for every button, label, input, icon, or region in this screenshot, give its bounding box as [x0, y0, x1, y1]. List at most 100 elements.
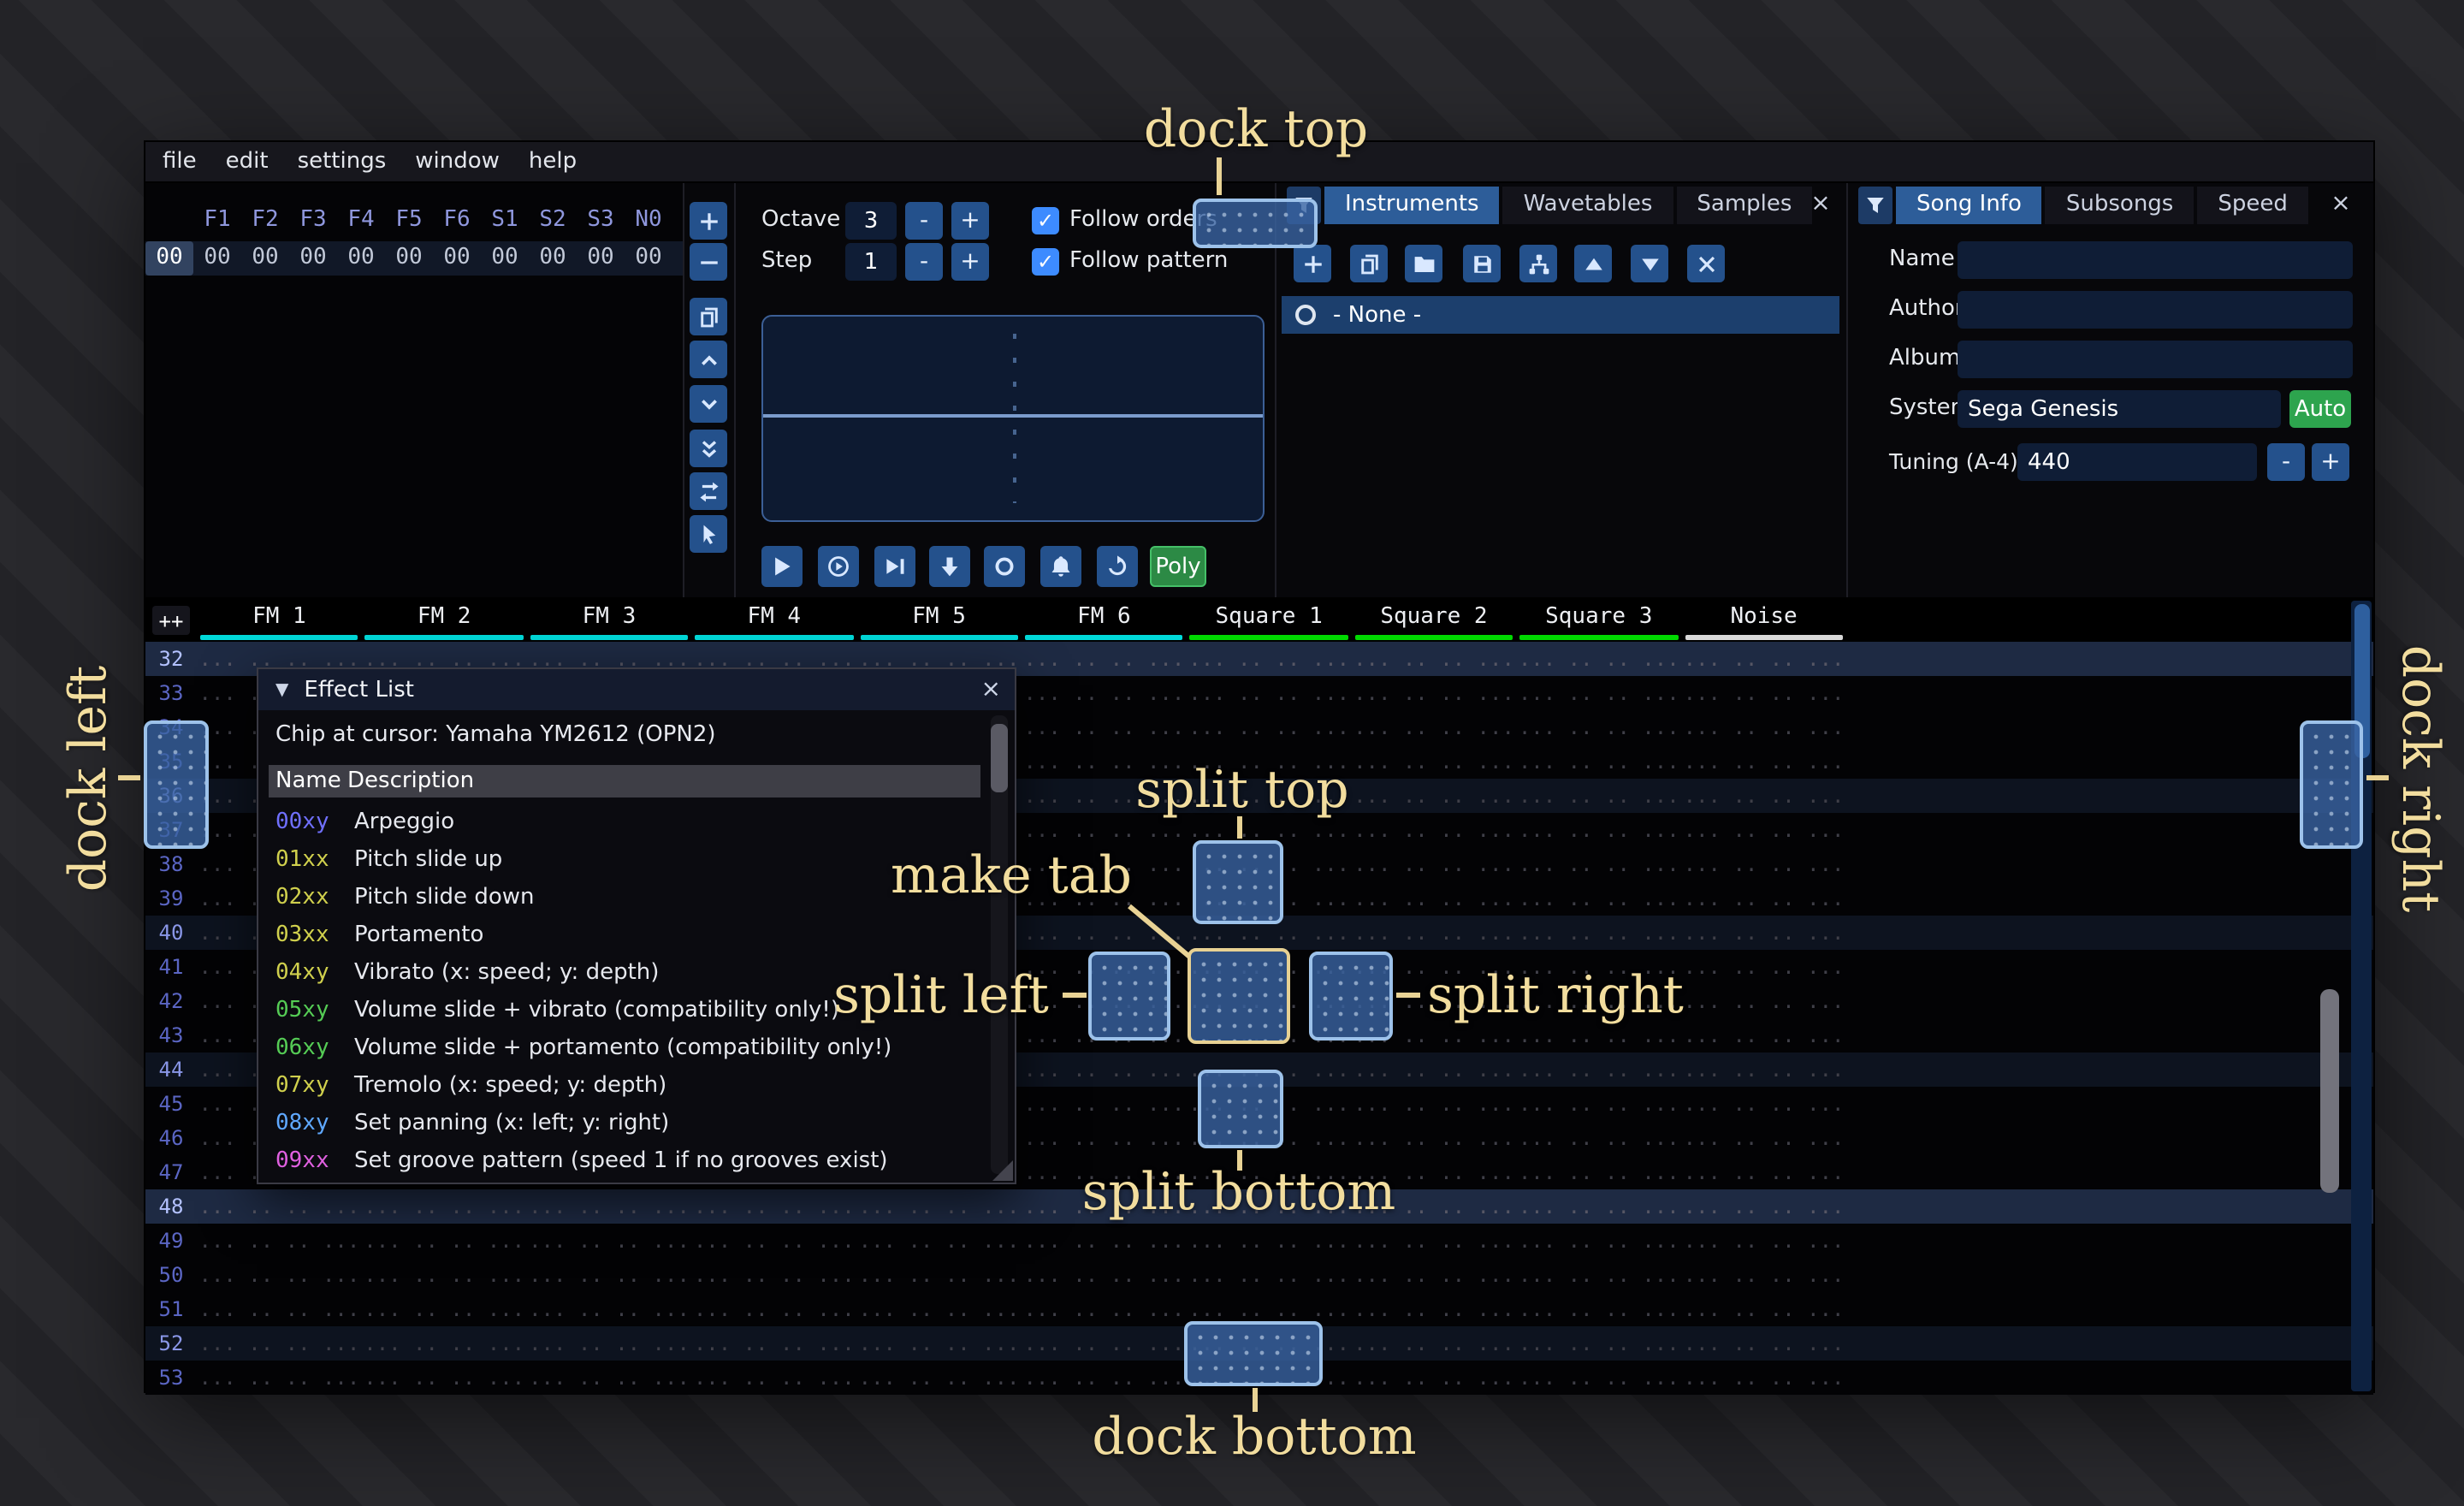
pattern-cell[interactable]: ... .. .. ...: [1516, 1292, 1681, 1326]
pattern-cell[interactable]: ... .. .. ...: [362, 1326, 527, 1361]
pattern-cell[interactable]: ... .. .. ...: [1516, 1087, 1681, 1121]
effect-row[interactable]: 08xySet panning (x: left; y: right): [269, 1104, 980, 1141]
tab-samples[interactable]: Samples: [1676, 187, 1812, 224]
pattern-cell[interactable]: ... .. .. ...: [362, 1292, 527, 1326]
order-add-button[interactable]: [690, 202, 727, 240]
pattern-cell[interactable]: ... .. .. ...: [527, 1361, 692, 1395]
name-field[interactable]: [1958, 241, 2353, 279]
pattern-cell[interactable]: ... .. .. ...: [1681, 1258, 1846, 1292]
tab-subsongs[interactable]: Subsongs: [2046, 187, 2194, 224]
effect-row[interactable]: 06xyVolume slide + portamento (compatibi…: [269, 1029, 980, 1066]
pattern-cell[interactable]: ... .. .. ...: [1681, 813, 1846, 847]
pattern-cell[interactable]: ... .. .. ...: [1022, 1326, 1187, 1361]
menu-edit[interactable]: edit: [226, 149, 269, 175]
pattern-cell[interactable]: ... .. .. ...: [1022, 1224, 1187, 1258]
pattern-cell[interactable]: ... .. .. ...: [1187, 676, 1352, 710]
tuning-decrease-button[interactable]: -: [2267, 443, 2305, 481]
menu-settings[interactable]: settings: [298, 149, 387, 175]
instrument-organize-button[interactable]: [1519, 245, 1557, 282]
orders-selected-row[interactable]: 0000000000000000000000: [145, 241, 683, 276]
effect-list-scrollbar-thumb[interactable]: [991, 724, 1008, 792]
pattern-cell[interactable]: ... .. .. ...: [1352, 881, 1517, 916]
order-change-all-button[interactable]: [690, 472, 727, 510]
pattern-cell[interactable]: ... .. .. ...: [691, 1258, 856, 1292]
pattern-row-50[interactable]: 50... .. .. ...... .. .. ...... .. .. ..…: [145, 1258, 2373, 1292]
order-cell-f3[interactable]: 00: [289, 241, 337, 276]
effect-row[interactable]: 01xxPitch slide up: [269, 840, 980, 878]
pattern-cell[interactable]: ... .. .. ...: [1516, 642, 1681, 676]
pattern-cell[interactable]: ... .. .. ...: [1681, 1189, 1846, 1224]
instrument-move-up-button[interactable]: [1574, 245, 1612, 282]
order-move-up-button[interactable]: [690, 341, 727, 378]
pattern-cell[interactable]: ... .. .. ...: [691, 1326, 856, 1361]
pattern-cell[interactable]: ... .. .. ...: [1516, 1121, 1681, 1155]
pattern-cell[interactable]: ... .. .. ...: [1516, 1258, 1681, 1292]
dock-top-target[interactable]: [1193, 199, 1318, 248]
effect-row[interactable]: 09xxSet groove pattern (speed 1 if no gr…: [269, 1141, 980, 1179]
pattern-cell[interactable]: ... .. .. ...: [1681, 1052, 1846, 1087]
pattern-cell[interactable]: ... .. .. ...: [1681, 881, 1846, 916]
collapse-icon[interactable]: ▼: [275, 680, 288, 699]
pattern-cell[interactable]: ... .. .. ...: [1516, 1052, 1681, 1087]
pattern-cell[interactable]: ... .. .. ...: [527, 1258, 692, 1292]
dock-right-target[interactable]: [2300, 720, 2363, 849]
pattern-cell[interactable]: ... .. .. ...: [1187, 1258, 1352, 1292]
pattern-cell[interactable]: ... .. .. ...: [1352, 1361, 1517, 1395]
pattern-cell[interactable]: ... .. .. ...: [527, 1326, 692, 1361]
album-field[interactable]: [1958, 341, 2353, 378]
pattern-cell[interactable]: ... .. .. ...: [856, 1361, 1022, 1395]
order-cell-f5[interactable]: 00: [385, 241, 433, 276]
metronome-button[interactable]: [1040, 546, 1081, 587]
instrument-open-button[interactable]: [1405, 245, 1442, 282]
pattern-cell[interactable]: ... .. .. ...: [362, 1224, 527, 1258]
pattern-cell[interactable]: ... .. .. ...: [1681, 1326, 1846, 1361]
pattern-cell[interactable]: ... .. .. ...: [1681, 1087, 1846, 1121]
pattern-cell[interactable]: ... .. .. ...: [1516, 916, 1681, 950]
pattern-cell[interactable]: ... .. .. ...: [1352, 1326, 1517, 1361]
pattern-cell[interactable]: ... .. .. ...: [1681, 1292, 1846, 1326]
order-cell-s1[interactable]: 00: [481, 241, 529, 276]
follow-pattern-checkbox[interactable]: ✓: [1032, 248, 1059, 276]
play-from-cursor-button[interactable]: [929, 546, 970, 587]
effect-list-close-button[interactable]: ×: [981, 676, 1001, 703]
instruments-panel-close-button[interactable]: ×: [1807, 190, 1834, 217]
pattern-cell[interactable]: ... .. .. ...: [1681, 847, 1846, 881]
pattern-cell[interactable]: ... .. .. ...: [691, 1189, 856, 1224]
pattern-cell[interactable]: ... .. .. ...: [1681, 676, 1846, 710]
play-one-row-button[interactable]: [874, 546, 915, 587]
pattern-cell[interactable]: ... .. .. ...: [1516, 1155, 1681, 1189]
pattern-cell[interactable]: ... .. .. ...: [1681, 1155, 1846, 1189]
tab-instruments[interactable]: Instruments: [1324, 187, 1500, 224]
order-move-down-button[interactable]: [690, 385, 727, 423]
pattern-cell[interactable]: ... .. .. ...: [362, 1189, 527, 1224]
instrument-add-button[interactable]: [1294, 245, 1331, 282]
pattern-cell[interactable]: ... .. .. ...: [1352, 1292, 1517, 1326]
make-tab-target[interactable]: [1188, 948, 1290, 1044]
menu-help[interactable]: help: [529, 149, 577, 175]
pattern-cell[interactable]: ... .. .. ...: [1352, 847, 1517, 881]
pattern-cell[interactable]: ... .. .. ...: [1352, 710, 1517, 744]
effect-list-title-bar[interactable]: ▼ Effect List ×: [258, 669, 1015, 710]
octave-decrease-button[interactable]: -: [905, 202, 943, 240]
pattern-cell[interactable]: ... .. .. ...: [1022, 642, 1187, 676]
instrument-delete-button[interactable]: [1687, 245, 1725, 282]
play-pattern-button[interactable]: [818, 546, 859, 587]
song-panel-close-button[interactable]: ×: [2327, 190, 2354, 217]
pattern-cell[interactable]: ... .. .. ...: [1516, 779, 1681, 813]
pattern-cell[interactable]: ... .. .. ...: [1516, 813, 1681, 847]
play-button[interactable]: [761, 546, 803, 587]
pattern-cell[interactable]: ... .. .. ...: [1681, 1224, 1846, 1258]
pattern-cell[interactable]: ... .. .. ...: [1352, 1121, 1517, 1155]
pattern-scrollbar-thumb[interactable]: [2320, 989, 2339, 1193]
pattern-row-49[interactable]: 49... .. .. ...... .. .. ...... .. .. ..…: [145, 1224, 2373, 1258]
order-cell-f1[interactable]: 00: [193, 241, 241, 276]
pattern-cell[interactable]: ... .. .. ...: [527, 1292, 692, 1326]
pattern-cell[interactable]: ... .. .. ...: [527, 1224, 692, 1258]
octave-increase-button[interactable]: +: [951, 202, 989, 240]
pattern-cell[interactable]: ... .. .. ...: [856, 1258, 1022, 1292]
poly-button[interactable]: Poly: [1150, 546, 1206, 587]
instrument-move-down-button[interactable]: [1631, 245, 1668, 282]
order-cell-f2[interactable]: 00: [241, 241, 289, 276]
order-edit-mode-button[interactable]: [690, 515, 727, 553]
order-cell-s2[interactable]: 00: [529, 241, 577, 276]
